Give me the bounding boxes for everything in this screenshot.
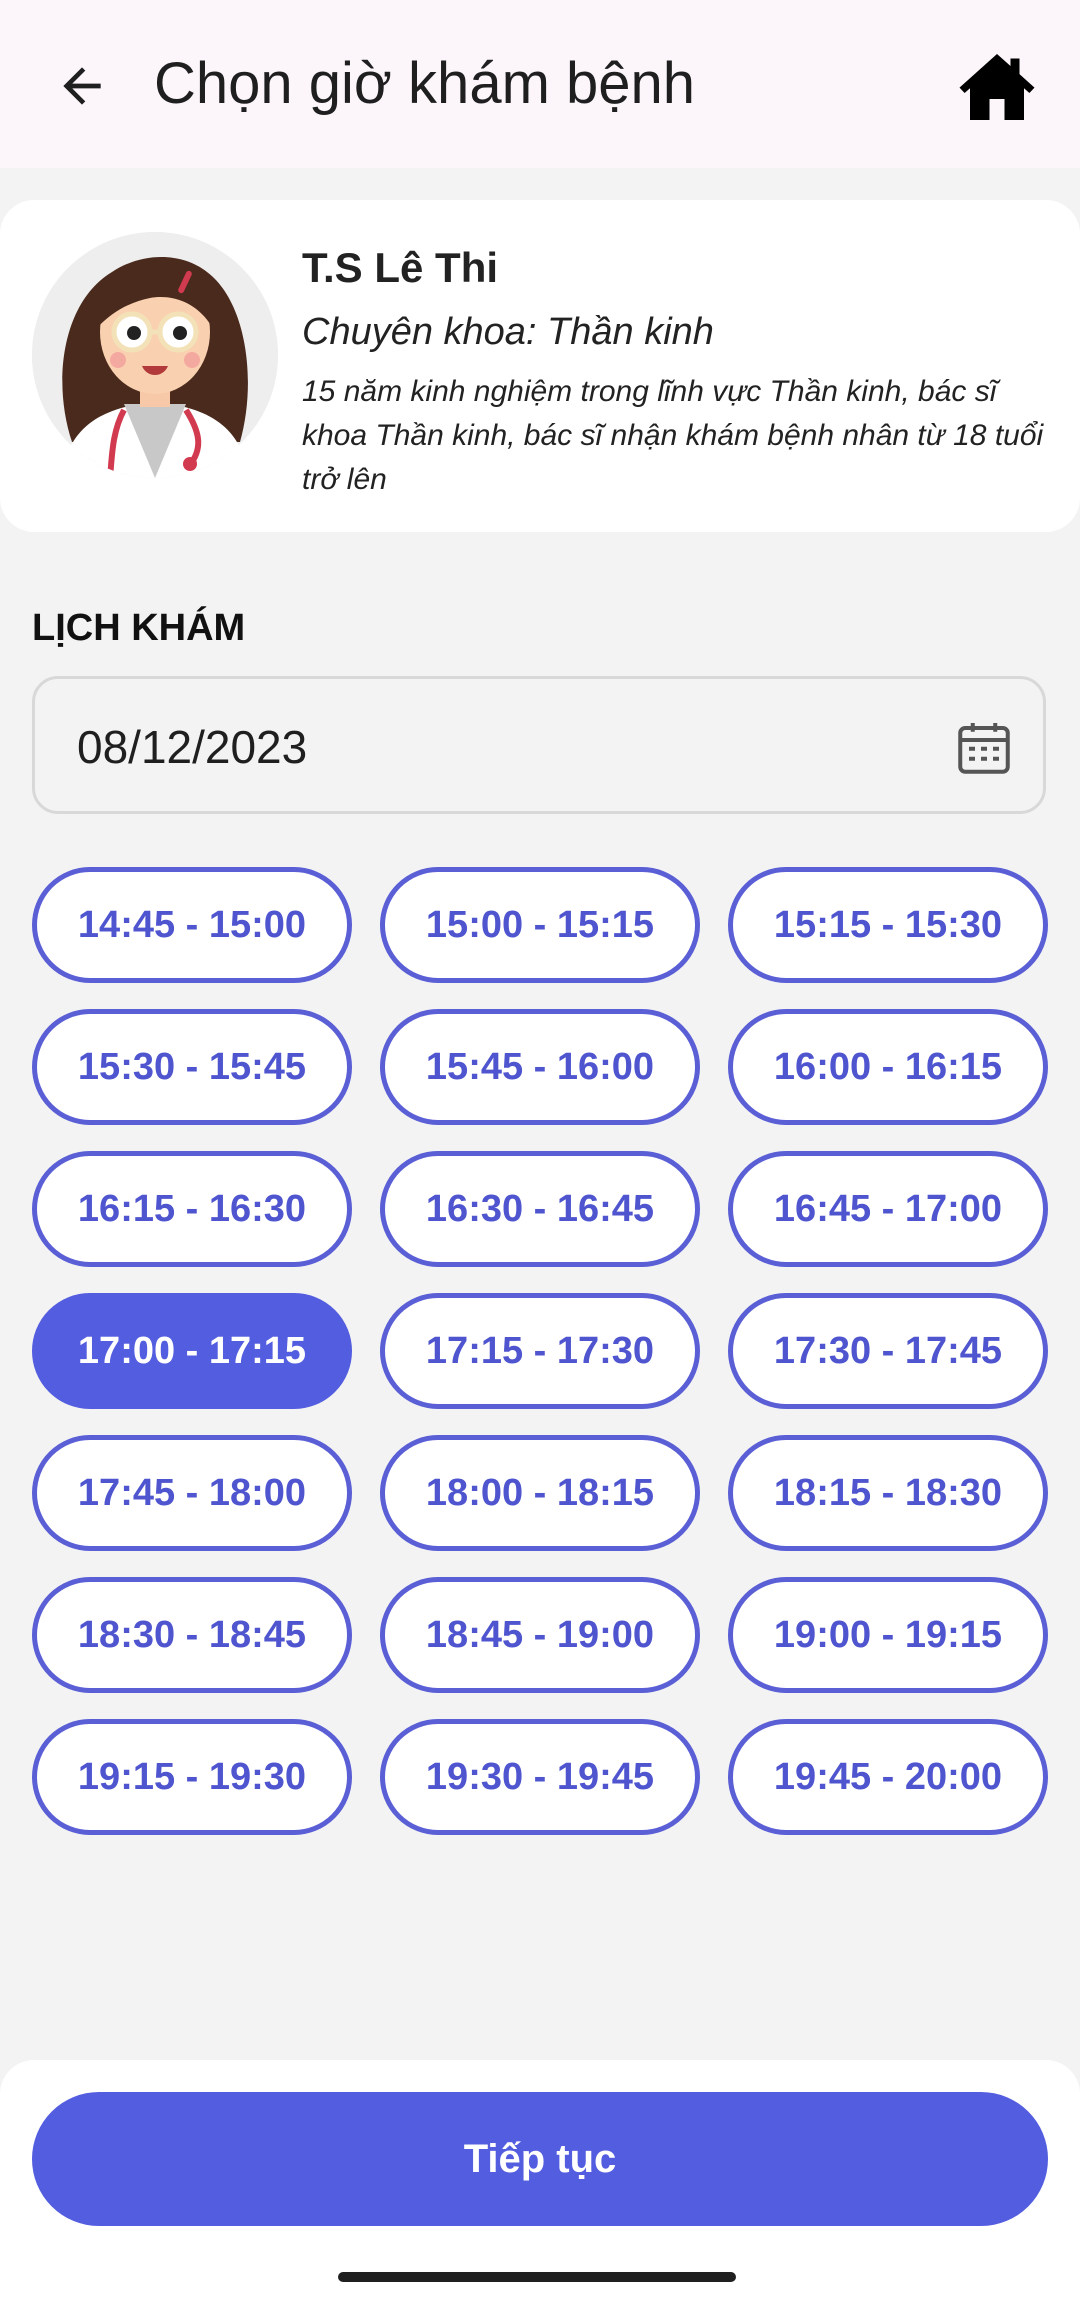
time-slot-button[interactable]: 18:00 - 18:15 [380,1435,700,1551]
time-slot-button[interactable]: 19:45 - 20:00 [728,1719,1048,1835]
time-slot-button[interactable]: 15:30 - 15:45 [32,1009,352,1125]
time-slot-button[interactable]: 16:00 - 16:15 [728,1009,1048,1125]
doctor-description: 15 năm kinh nghiệm trong lĩnh vực Thần k… [302,375,1044,496]
schedule-section-title: LỊCH KHÁM [32,607,246,649]
time-slot-button[interactable]: 17:30 - 17:45 [728,1293,1048,1409]
home-icon [959,54,1035,120]
time-slot-button[interactable]: 17:15 - 17:30 [380,1293,700,1409]
bottom-panel: Tiếp tục [0,2060,1080,2301]
time-slot-button[interactable]: 16:15 - 16:30 [32,1151,352,1267]
home-button[interactable] [952,42,1042,132]
page-title: Chọn giờ khám bệnh [154,51,696,116]
time-slot-button[interactable]: 19:15 - 19:30 [32,1719,352,1835]
time-slot-grid: 14:45 - 15:00 15:00 - 15:15 15:15 - 15:30 1… [32,867,1048,1835]
time-slot-button[interactable]: 18:45 - 19:00 [380,1577,700,1693]
doctor-card: T.S Lê Thi Chuyên khoa: Thần kinh 15 năm… [0,200,1080,532]
back-button[interactable] [40,44,124,128]
time-slot-button[interactable]: 15:45 - 16:00 [380,1009,700,1125]
time-slot-button[interactable]: 14:45 - 15:00 [32,867,352,983]
calendar-button[interactable] [951,715,1017,781]
calendar-icon [958,723,1010,774]
home-indicator[interactable] [338,2272,736,2282]
arrow-left-icon [63,67,101,105]
time-slot-button[interactable]: 15:15 - 15:30 [728,867,1048,983]
date-value: 08/12/2023 [77,721,308,773]
continue-button[interactable]: Tiếp tục [32,2092,1048,2226]
time-slot-button[interactable]: 17:00 - 17:15 [32,1293,352,1409]
time-slot-button[interactable]: 15:00 - 15:15 [380,867,700,983]
time-slot-button[interactable]: 16:45 - 17:00 [728,1151,1048,1267]
app-bar: Chọn giờ khám bệnh [0,0,1080,168]
date-field[interactable]: 08/12/2023 [32,676,1046,814]
doctor-name: T.S Lê Thi [302,244,499,291]
time-slot-button[interactable]: 19:00 - 19:15 [728,1577,1048,1693]
time-slot-button[interactable]: 17:45 - 18:00 [32,1435,352,1551]
doctor-avatar [32,232,278,478]
doctor-specialty: Chuyên khoa: Thần kinh [302,311,714,353]
time-slot-button[interactable]: 16:30 - 16:45 [380,1151,700,1267]
time-slot-button[interactable]: 18:30 - 18:45 [32,1577,352,1693]
time-slot-button[interactable]: 18:15 - 18:30 [728,1435,1048,1551]
time-slot-button[interactable]: 19:30 - 19:45 [380,1719,700,1835]
